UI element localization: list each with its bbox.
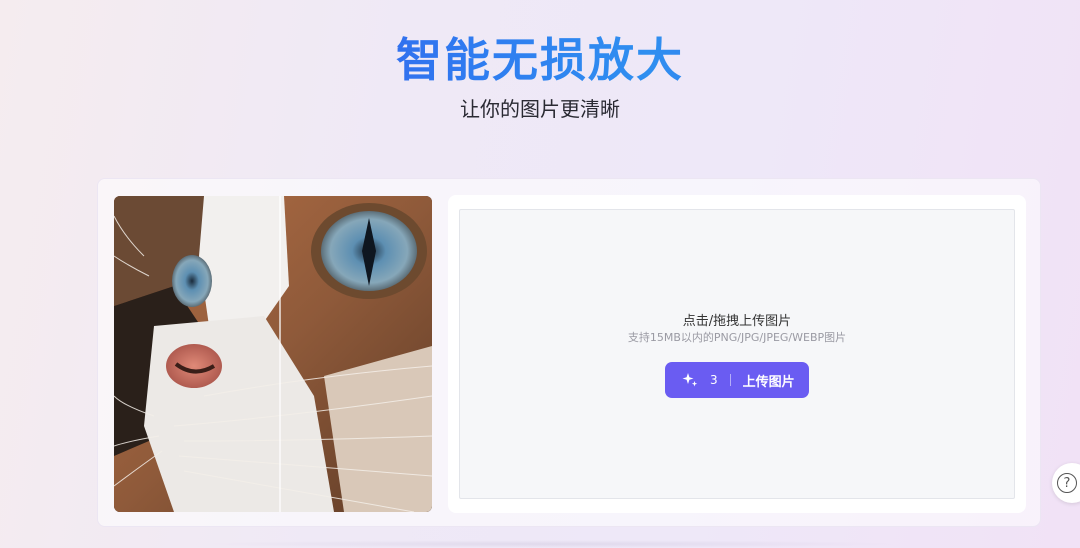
upload-image-button[interactable]: 3 上传图片 [665,362,809,398]
upload-button-label: 上传图片 [742,374,795,390]
dropzone-title: 点击/拖拽上传图片 [682,314,792,329]
before-after-preview [114,196,432,512]
upload-dropzone[interactable]: 点击/拖拽上传图片 支持15MB以内的PNG/JPG/JPEG/WEBP图片 3… [459,209,1015,499]
sparkle-icon [682,373,698,387]
question-icon: ? [1057,473,1077,493]
page-subtitle: 让你的图片更清晰 [460,97,620,121]
credits-count: 3 [710,373,718,387]
page-title: 智能无损放大 [0,24,1080,90]
dropzone-hint: 支持15MB以内的PNG/JPG/JPEG/WEBP图片 [627,331,847,344]
cat-closeup-compare-icon [114,196,432,512]
upload-card: 点击/拖拽上传图片 支持15MB以内的PNG/JPG/JPEG/WEBP图片 3… [448,195,1026,513]
button-divider [729,374,731,386]
bottom-shadow [200,540,900,548]
help-button[interactable]: ? [1052,463,1080,503]
main-panel: 点击/拖拽上传图片 支持15MB以内的PNG/JPG/JPEG/WEBP图片 3… [97,178,1041,527]
